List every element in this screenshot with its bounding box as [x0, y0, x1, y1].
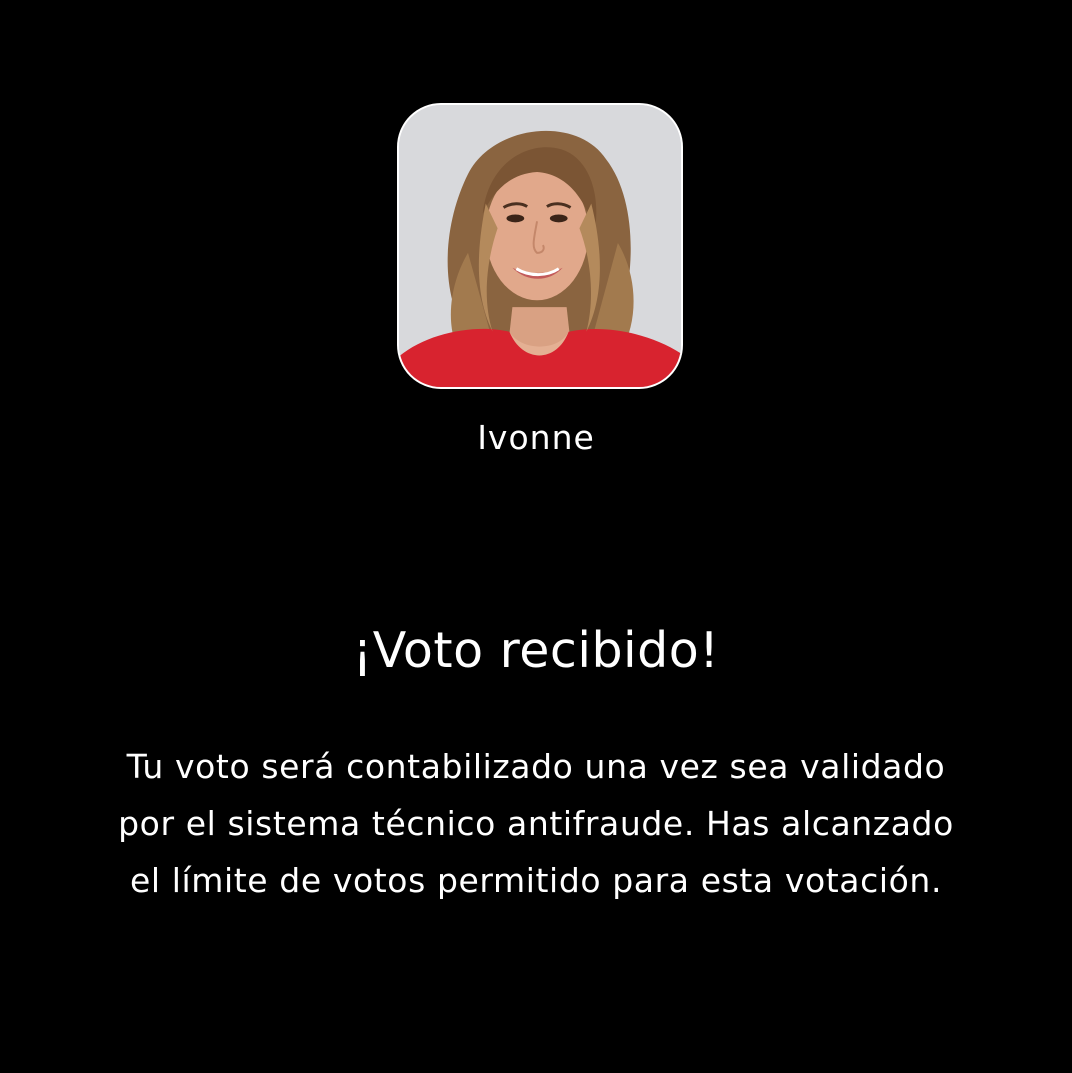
contestant-name: Ivonne — [477, 418, 595, 457]
contestant-avatar — [397, 103, 683, 389]
vote-received-title: ¡Voto recibido! — [352, 622, 720, 679]
contestant-portrait-icon — [399, 105, 681, 387]
vote-confirmation-message: Tu voto será contabilizado una vez sea v… — [118, 747, 954, 900]
